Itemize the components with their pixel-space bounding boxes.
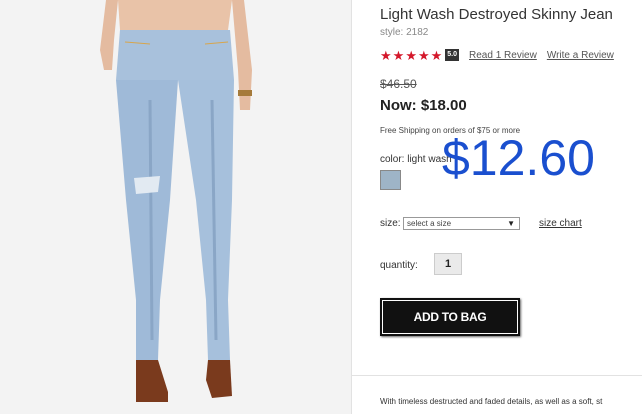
star-icon: ★ — [380, 47, 392, 63]
color-label: color: light wash — [380, 154, 452, 165]
rating-row: ★ ★ ★ ★ ★ 5.0 Read 1 Review Write a Revi… — [380, 47, 614, 63]
color-swatch-light-wash[interactable] — [380, 170, 401, 190]
style-code: style: 2182 — [380, 27, 429, 38]
star-icon: ★ — [417, 47, 430, 63]
rating-stars: ★ ★ ★ ★ ★ — [380, 49, 442, 62]
size-label: size: — [380, 218, 401, 229]
star-icon: ★ — [405, 47, 417, 63]
read-reviews-link[interactable]: Read 1 Review — [469, 50, 537, 61]
size-chart-link[interactable]: size chart — [539, 218, 582, 229]
product-description: With timeless destructed and faded detai… — [380, 397, 603, 406]
sale-price: Now: $18.00 — [380, 97, 467, 114]
product-title: Light Wash Destroyed Skinny Jean — [380, 6, 613, 23]
product-image-panel — [0, 0, 352, 414]
add-to-bag-button[interactable]: ADD TO BAG — [380, 298, 520, 336]
rating-value-badge: 5.0 — [445, 49, 460, 61]
star-icon: ★ — [392, 47, 405, 63]
overlay-price: $12.60 — [442, 130, 595, 186]
original-price: $46.50 — [380, 77, 417, 91]
quantity-input[interactable]: 1 — [434, 253, 462, 275]
divider — [352, 375, 642, 376]
star-icon: ★ — [430, 47, 443, 63]
quantity-label: quantity: — [380, 260, 418, 271]
dropdown-arrow-icon: ▼ — [507, 219, 515, 228]
size-select[interactable]: select a size ▼ — [403, 217, 520, 230]
write-review-link[interactable]: Write a Review — [547, 50, 614, 61]
product-image — [0, 0, 351, 414]
size-select-value: select a size — [407, 219, 452, 228]
